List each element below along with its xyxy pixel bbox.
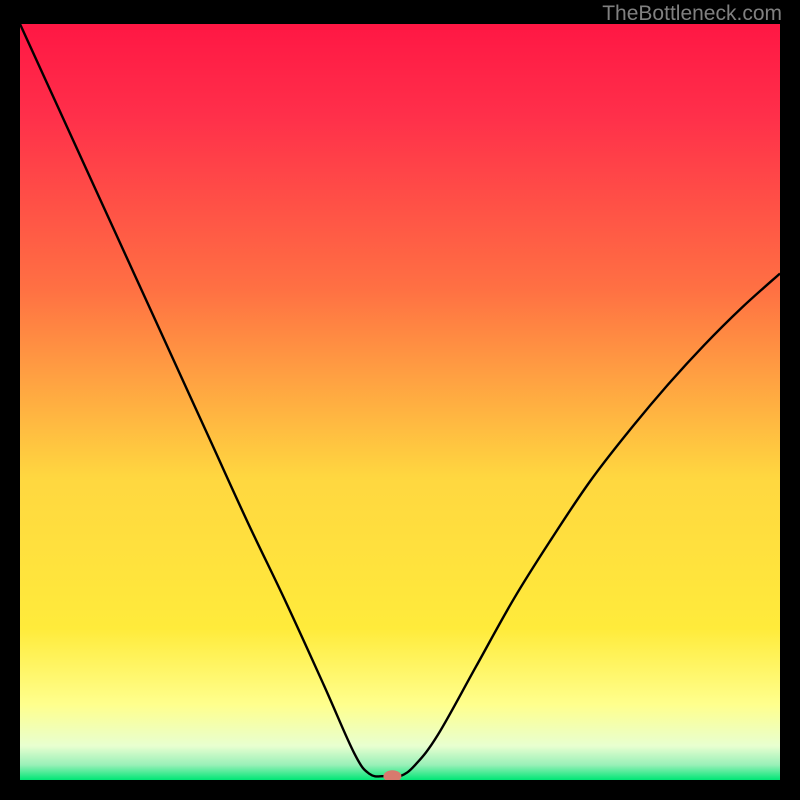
plot-area bbox=[20, 24, 780, 780]
chart-container: TheBottleneck.com bbox=[0, 0, 800, 800]
gradient-background bbox=[20, 24, 780, 780]
watermark-text: TheBottleneck.com bbox=[602, 2, 782, 26]
chart-svg bbox=[20, 24, 780, 780]
